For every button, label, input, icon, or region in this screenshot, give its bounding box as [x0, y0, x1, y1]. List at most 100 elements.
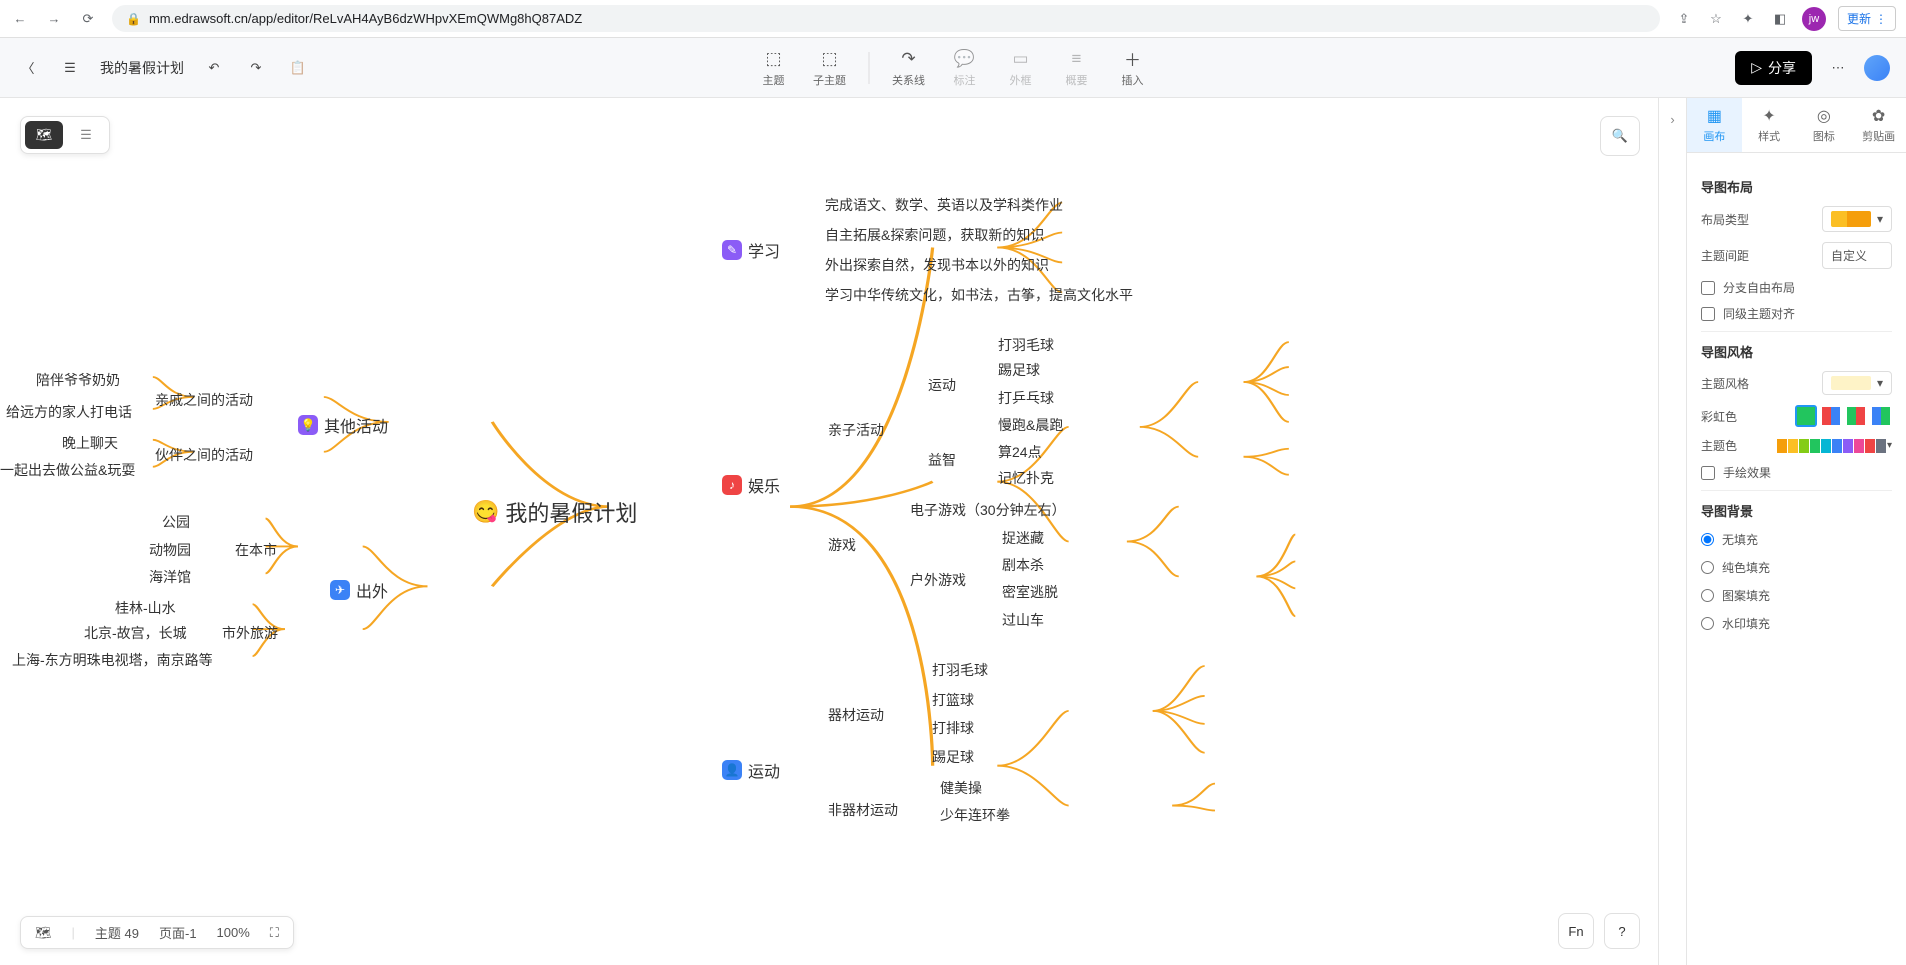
node[interactable]: 市外旅游	[222, 623, 278, 643]
leaf[interactable]: 踢足球	[932, 747, 974, 767]
align-siblings-check[interactable]: 同级主题对齐	[1701, 305, 1892, 322]
color-swatch[interactable]	[1821, 439, 1831, 453]
leaf[interactable]: 健美操	[940, 778, 982, 798]
leaf[interactable]: 打篮球	[932, 690, 974, 710]
leaf[interactable]: 剧本杀	[1002, 555, 1044, 575]
node[interactable]: 亲子活动	[828, 420, 884, 440]
node[interactable]: 游戏	[828, 535, 856, 555]
forward-icon[interactable]: →	[44, 9, 64, 29]
zoom-level[interactable]: 100%	[217, 925, 250, 940]
layout-type-select[interactable]: ▾	[1822, 206, 1892, 232]
leaf[interactable]: 密室逃脱	[1002, 582, 1058, 602]
leaf[interactable]: 慢跑&晨跑	[998, 415, 1063, 435]
node[interactable]: 运动	[928, 375, 956, 395]
clipboard-icon[interactable]: 📋	[286, 56, 310, 80]
leaf[interactable]: 上海-东方明珠电视塔，南京路等	[12, 650, 213, 670]
bg-solid[interactable]: 纯色填充	[1701, 559, 1892, 576]
leaf[interactable]: 学习中华传统文化，如书法，古筝，提高文化水平	[825, 285, 1133, 305]
more-icon[interactable]: ⋯	[1826, 56, 1850, 80]
rainbow-4[interactable]	[1870, 405, 1892, 427]
node[interactable]: 器材运动	[828, 705, 884, 725]
branch-study[interactable]: ✎学习	[722, 238, 780, 262]
leaf[interactable]: 一起出去做公益&玩耍	[0, 460, 135, 480]
leaf[interactable]: 少年连环拳	[940, 805, 1010, 825]
tool-insert[interactable]: ＋插入	[1116, 48, 1150, 88]
user-avatar[interactable]	[1864, 55, 1890, 81]
spacing-select[interactable]: 自定义	[1822, 242, 1892, 269]
free-layout-check[interactable]: 分支自由布局	[1701, 279, 1892, 296]
leaf[interactable]: 打乒乓球	[998, 388, 1054, 408]
leaf[interactable]: 公园	[162, 512, 190, 532]
theme-style-select[interactable]: ▾	[1822, 371, 1892, 395]
bookmark-icon[interactable]: ☆	[1706, 9, 1726, 29]
bg-watermark[interactable]: 水印填充	[1701, 615, 1892, 632]
url-bar[interactable]: 🔒 mm.edrawsoft.cn/app/editor/ReLvAH4AyB6…	[112, 5, 1660, 32]
color-swatch[interactable]	[1832, 439, 1842, 453]
redo-icon[interactable]: ↷	[244, 56, 268, 80]
node[interactable]: 亲戚之间的活动	[155, 390, 253, 410]
leaf[interactable]: 外出探索自然，发现书本以外的知识	[825, 255, 1049, 275]
branch-sport[interactable]: 👤运动	[722, 758, 780, 782]
back-icon[interactable]: ←	[10, 9, 30, 29]
back-button[interactable]: 〈	[16, 56, 40, 80]
root-node[interactable]: 😋 我的暑假计划	[472, 496, 637, 528]
collapse-panel-icon[interactable]: ›	[1659, 98, 1687, 965]
fullscreen-icon[interactable]: ⛶	[270, 925, 279, 941]
leaf[interactable]: 海洋馆	[149, 567, 191, 587]
undo-icon[interactable]: ↶	[202, 56, 226, 80]
share-link-icon[interactable]: ⇪	[1674, 9, 1694, 29]
bg-none[interactable]: 无填充	[1701, 531, 1892, 548]
leaf[interactable]: 打羽毛球	[932, 660, 988, 680]
color-swatch[interactable]	[1788, 439, 1798, 453]
branch-travel[interactable]: ✈出外	[330, 578, 388, 602]
color-swatch[interactable]	[1876, 439, 1886, 453]
leaf[interactable]: 踢足球	[998, 360, 1040, 380]
tab-icon[interactable]: ◎图标	[1797, 98, 1852, 152]
node[interactable]: 伙伴之间的活动	[155, 445, 253, 465]
leaf[interactable]: 北京-故宫，长城	[84, 623, 187, 643]
reload-icon[interactable]: ⟳	[78, 9, 98, 29]
color-swatch[interactable]	[1810, 439, 1820, 453]
tab-clipart[interactable]: ✿剪贴画	[1851, 98, 1906, 152]
leaf[interactable]: 动物园	[149, 540, 191, 560]
node[interactable]: 益智	[928, 450, 956, 470]
menu-icon[interactable]: ☰	[58, 56, 82, 80]
page-indicator[interactable]: 页面-1	[159, 923, 197, 942]
tool-subtopic[interactable]: ⬚子主题	[813, 48, 847, 88]
leaf[interactable]: 给远方的家人打电话	[6, 402, 132, 422]
leaf[interactable]: 打羽毛球	[998, 335, 1054, 355]
help-button[interactable]: ?	[1604, 913, 1640, 949]
node[interactable]: 在本市	[235, 540, 277, 560]
node[interactable]: 户外游戏	[910, 570, 966, 590]
color-swatch[interactable]	[1865, 439, 1875, 453]
hand-drawn-check[interactable]: 手绘效果	[1701, 464, 1892, 481]
branch-entertainment[interactable]: ♪娱乐	[722, 473, 780, 497]
color-swatch[interactable]	[1854, 439, 1864, 453]
leaf[interactable]: 打排球	[932, 718, 974, 738]
leaf[interactable]: 晚上聊天	[62, 433, 118, 453]
leaf[interactable]: 捉迷藏	[1002, 528, 1044, 548]
leaf[interactable]: 记忆扑克	[998, 468, 1054, 488]
color-swatch[interactable]	[1799, 439, 1809, 453]
leaf[interactable]: 桂林-山水	[115, 598, 176, 618]
node[interactable]: 非器材运动	[828, 800, 898, 820]
fn-button[interactable]: Fn	[1558, 913, 1594, 949]
share-button[interactable]: ▷分享	[1735, 51, 1812, 85]
tab-style[interactable]: ✦样式	[1742, 98, 1797, 152]
tool-relation[interactable]: ↷关系线	[892, 48, 926, 88]
leaf[interactable]: 完成语文、数学、英语以及学科类作业	[825, 195, 1063, 215]
profile-avatar[interactable]: jw	[1802, 7, 1826, 31]
rainbow-3[interactable]	[1845, 405, 1867, 427]
leaf[interactable]: 陪伴爷爷奶奶	[36, 370, 120, 390]
update-button[interactable]: 更新⋮	[1838, 6, 1896, 31]
minimap-icon[interactable]: 🗺	[35, 925, 52, 941]
leaf[interactable]: 算24点	[998, 442, 1042, 462]
window-icon[interactable]: ◧	[1770, 9, 1790, 29]
leaf[interactable]: 过山车	[1002, 610, 1044, 630]
tab-canvas[interactable]: ▦画布	[1687, 98, 1742, 152]
color-swatch[interactable]	[1777, 439, 1787, 453]
branch-other[interactable]: 💡其他活动	[298, 413, 388, 437]
leaf[interactable]: 电子游戏（30分钟左右）	[910, 500, 1066, 520]
tool-topic[interactable]: ⬚主题	[757, 48, 791, 88]
rainbow-2[interactable]	[1820, 405, 1842, 427]
